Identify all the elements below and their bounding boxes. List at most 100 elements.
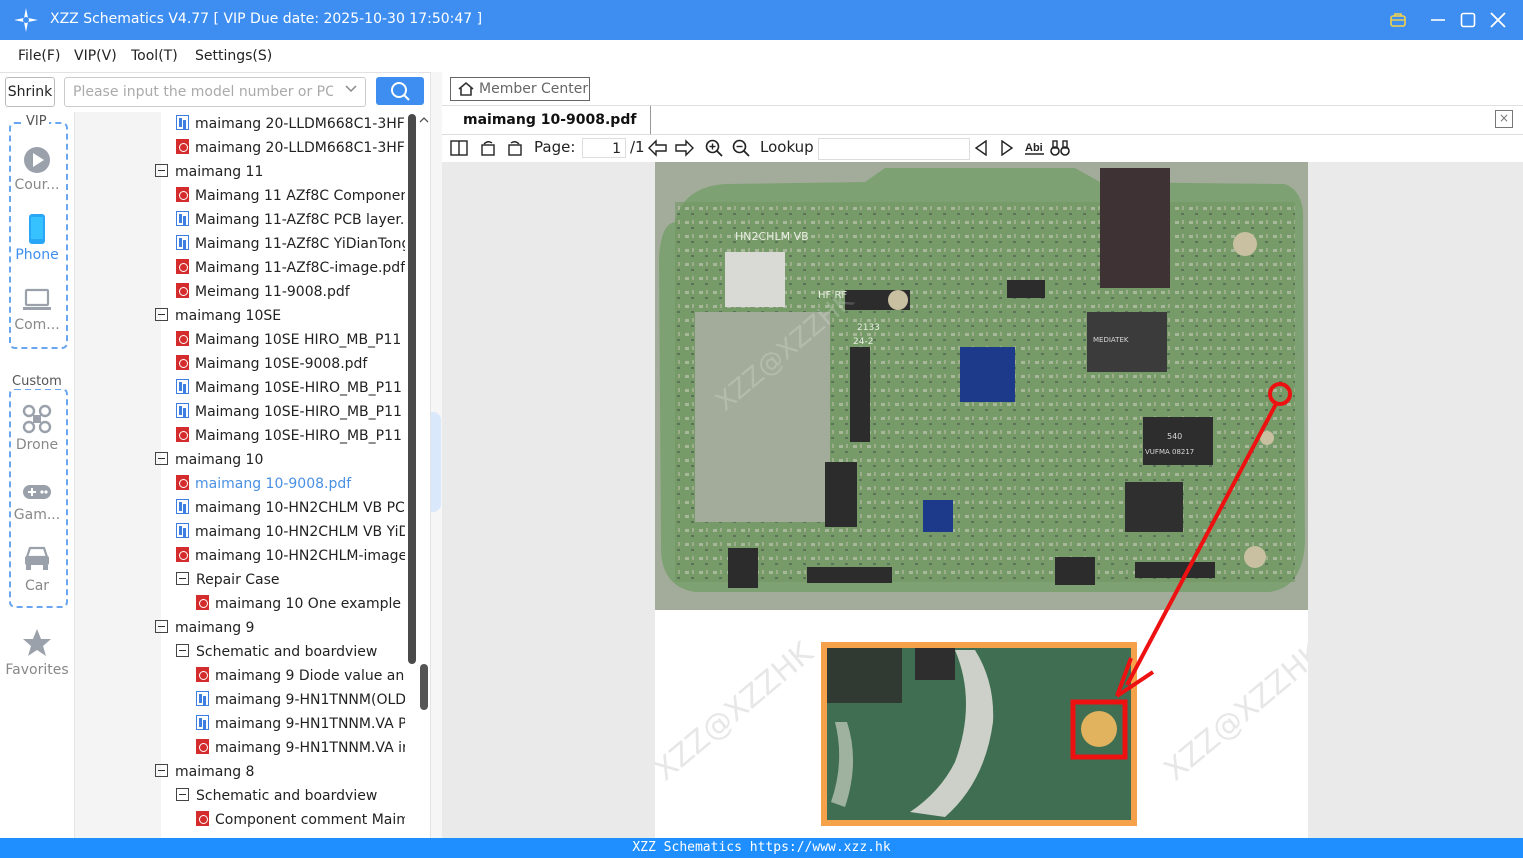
tree-folder[interactable]: maimang 10SE — [155, 304, 405, 328]
tree-label: Maimang 11-AZf8C-image.pdf — [195, 260, 405, 276]
collapse-toggle-icon[interactable] — [176, 788, 189, 801]
tree-file[interactable]: maimang 9 Diode value and — [196, 664, 405, 688]
tree-scrollbar[interactable] — [408, 114, 416, 664]
custom-label: Custom — [10, 374, 64, 389]
rail-item-courses[interactable]: Cour... — [0, 145, 74, 199]
rotate-left-icon[interactable] — [479, 139, 497, 157]
maximize-button[interactable] — [1454, 6, 1482, 34]
tree-folder[interactable]: maimang 9 — [155, 616, 405, 640]
tree-file[interactable]: maimang 10 One example o — [196, 592, 405, 616]
match-case-icon[interactable]: Abi — [1024, 139, 1046, 157]
pcb-file-icon — [176, 379, 189, 394]
tree-file[interactable]: maimang 10-HN2CHLM-image. — [176, 544, 405, 568]
pdf-toolbar: Page: 1 /1 Lookup Abi — [442, 134, 1523, 162]
find-prev-icon[interactable] — [974, 140, 988, 156]
model-search-input[interactable] — [71, 83, 335, 101]
tree-file[interactable]: Maimang 11-AZf8C PCB layer.pcb — [176, 208, 405, 232]
binoculars-icon[interactable] — [1050, 139, 1070, 157]
tree-label: Maimang 10SE-9008.pdf — [195, 356, 368, 372]
collapse-panel-handle[interactable] — [431, 412, 441, 512]
menu-vip[interactable]: VIP(V) — [74, 48, 117, 64]
tree-file[interactable]: Maimang 11-AZf8C-image.pdf — [176, 256, 405, 280]
tree-file[interactable]: Component comment Maim — [196, 808, 405, 832]
two-page-icon[interactable] — [450, 139, 468, 157]
rail-item-phone[interactable]: Phone — [0, 213, 74, 267]
tree-file[interactable]: Maimang 10SE-9008.pdf — [176, 352, 405, 376]
rail-label-courses: Cour... — [14, 177, 60, 193]
zoom-in-icon[interactable] — [705, 139, 723, 157]
collapse-toggle-icon[interactable] — [155, 452, 168, 465]
pdf-file-icon — [196, 811, 209, 826]
tree-scrollbar-secondary[interactable] — [420, 664, 428, 710]
tree-file[interactable]: maimang 10-HN2CHLM VB PCB — [176, 496, 405, 520]
tree-file[interactable]: maimang 9-HN1TNNM(OLD — [196, 688, 405, 712]
tree-file[interactable]: maimang 9-HN1TNNM.VA P — [196, 712, 405, 736]
tree-label: Maimang 10SE-HIRO_MB_P11 Y — [195, 404, 405, 420]
member-center-button[interactable]: Member Center — [450, 77, 590, 101]
tree-folder[interactable]: Schematic and boardview — [176, 640, 405, 664]
menu-settings[interactable]: Settings(S) — [195, 48, 272, 64]
tree-folder[interactable]: maimang 10 — [155, 448, 405, 472]
lookup-input[interactable] — [818, 138, 970, 160]
tree-gutter — [75, 112, 161, 838]
collapse-toggle-icon[interactable] — [155, 308, 168, 321]
menu-tool[interactable]: Tool(T) — [131, 48, 178, 64]
tree-file[interactable]: maimang 20-LLDM668C1-3HF image — [176, 136, 405, 160]
collapse-toggle-icon[interactable] — [155, 164, 168, 177]
home-icon — [458, 81, 474, 96]
rail-item-drone[interactable]: Drone — [0, 404, 74, 458]
next-page-arrow-icon[interactable] — [674, 139, 694, 157]
rail-item-favorites[interactable]: Favorites — [0, 628, 74, 682]
pcb-file-icon — [196, 715, 209, 730]
tree-folder[interactable]: Repair Case — [176, 568, 405, 592]
minimize-button[interactable] — [1424, 6, 1452, 34]
tree-folder[interactable]: Schematic and boardview — [176, 784, 405, 808]
search-button[interactable] — [376, 77, 424, 105]
document-tab[interactable]: maimang 10-9008.pdf — [442, 106, 652, 134]
pdf-viewer[interactable]: HN2CHLM VB HF RF 2133 24-2 MEDIATEK 540 … — [442, 162, 1523, 838]
tree-file[interactable]: Maimang 11-AZf8C YiDianTong — [176, 232, 405, 256]
tree-file[interactable]: maimang 20-LLDM668C1-3HF PCB — [176, 112, 405, 136]
menu-file[interactable]: File(F) — [18, 48, 60, 64]
tree-label: maimang 9 Diode value and — [215, 668, 405, 684]
rail-label-phone: Phone — [15, 247, 59, 263]
shrink-button[interactable]: Shrink — [5, 77, 55, 107]
collapse-toggle-icon[interactable] — [176, 572, 189, 585]
page-number-input[interactable]: 1 — [582, 138, 626, 158]
document-tab-title: maimang 10-9008.pdf — [463, 112, 637, 128]
phone-icon — [29, 214, 45, 244]
collapse-toggle-icon[interactable] — [155, 620, 168, 633]
tree-file[interactable]: Maimang 10SE-HIRO_MB_P11 P — [176, 376, 405, 400]
close-button[interactable] — [1484, 6, 1512, 34]
status-bar: XZZ Schematics https://www.xzz.hk — [0, 838, 1523, 858]
tree-folder[interactable]: maimang 11 — [155, 160, 405, 184]
rail-item-car[interactable]: Car — [0, 544, 74, 598]
model-search-combobox[interactable] — [64, 77, 366, 107]
prev-page-arrow-icon[interactable] — [648, 139, 668, 157]
collapse-toggle-icon[interactable] — [176, 644, 189, 657]
bag-icon[interactable] — [1384, 6, 1412, 34]
rotate-right-icon[interactable] — [506, 139, 524, 157]
pcb-file-icon — [176, 499, 189, 514]
pdf-file-icon — [196, 739, 209, 754]
search-row: Shrink — [0, 72, 440, 112]
collapse-toggle-icon[interactable] — [155, 764, 168, 777]
tree-file[interactable]: Maimang 10SE-HIRO_MB_P11 i — [176, 424, 405, 448]
tree-folder[interactable]: maimang 8 — [155, 760, 405, 784]
scroll-up-icon[interactable] — [418, 114, 430, 126]
tree-file[interactable]: maimang 9-HN1TNNM.VA ir — [196, 736, 405, 760]
tree-file[interactable]: Meimang 11-9008.pdf — [176, 280, 405, 304]
chevron-down-icon[interactable] — [345, 82, 357, 98]
tree-file[interactable]: maimang 10-HN2CHLM VB YiD — [176, 520, 405, 544]
window-title: XZZ Schematics V4.77 [ VIP Due date: 202… — [50, 11, 483, 27]
pdf-file-icon — [176, 355, 189, 370]
rail-item-computer[interactable]: Com... — [0, 287, 74, 341]
zoom-out-icon[interactable] — [732, 139, 750, 157]
rail-item-games[interactable]: Gam... — [0, 480, 74, 534]
close-all-tabs-icon[interactable]: × — [1495, 110, 1513, 128]
tree-file[interactable]: maimang 10-9008.pdf — [176, 472, 405, 496]
tree-file[interactable]: Maimang 11 AZf8C Component — [176, 184, 405, 208]
find-next-icon[interactable] — [1000, 140, 1014, 156]
tree-file[interactable]: Maimang 10SE-HIRO_MB_P11 Y — [176, 400, 405, 424]
tree-file[interactable]: Maimang 10SE HIRO_MB_P11 C — [176, 328, 405, 352]
